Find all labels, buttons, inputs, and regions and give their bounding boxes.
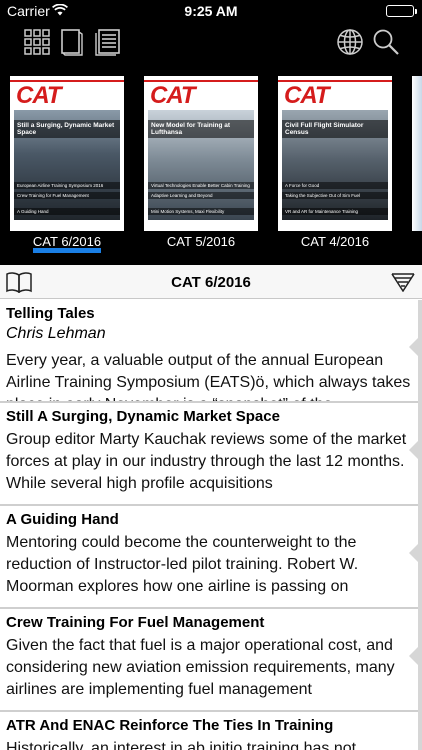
- cover-subline: Crew Training for Fuel Management: [14, 192, 120, 199]
- article-title: Crew Training For Fuel Management: [6, 614, 265, 631]
- list-pages-icon[interactable]: [92, 26, 124, 58]
- article-title: ATR And ENAC Reinforce The Ties In Train…: [6, 717, 334, 734]
- issue-carousel[interactable]: CAT Still a Surging, Dynamic Market Spac…: [0, 72, 422, 257]
- issue-label[interactable]: CAT 4/2016: [278, 234, 392, 249]
- list-item[interactable]: Crew Training For Fuel Management Given …: [0, 609, 418, 712]
- next-cover-peek[interactable]: [412, 76, 422, 231]
- cover-headline: Civil Full Flight Simulator Census: [282, 120, 388, 138]
- search-icon[interactable]: [370, 26, 402, 58]
- article-title: Telling Tales: [6, 305, 95, 322]
- issue-label[interactable]: CAT 5/2016: [144, 234, 258, 249]
- chevron-left-icon: [409, 544, 418, 562]
- top-panel: Carrier 9:25 AM CAT Still a Surging, Dyn…: [0, 0, 422, 265]
- status-bar: Carrier 9:25 AM: [0, 0, 422, 22]
- cover-subline: Virtual Technologies Enable Better Cabin…: [148, 182, 254, 189]
- article-excerpt: Historically, an interest in ab initio t…: [6, 740, 357, 750]
- article-excerpt: Every year, a valuable output of the ann…: [6, 352, 411, 401]
- single-page-icon[interactable]: [56, 26, 88, 58]
- filter-icon[interactable]: [391, 272, 415, 297]
- cover-subline: A Force for Good: [282, 182, 388, 189]
- list-item[interactable]: Still A Surging, Dynamic Market Space Gr…: [0, 403, 418, 506]
- chevron-left-icon: [409, 441, 418, 459]
- article-excerpt: Group editor Marty Kauchak reviews some …: [6, 431, 407, 492]
- article-title: A Guiding Hand: [6, 511, 119, 528]
- clock: 9:25 AM: [184, 3, 238, 19]
- issue-title: CAT 6/2016: [171, 274, 251, 291]
- cover-subline: Mini Motion Systems, Maxi Flexibility: [148, 208, 254, 215]
- cover-subline: VR and AR for Maintenance Training: [282, 208, 388, 215]
- battery-icon: [386, 5, 417, 17]
- article-list[interactable]: Telling Tales Chris Lehman Every year, a…: [0, 300, 418, 750]
- list-item[interactable]: Telling Tales Chris Lehman Every year, a…: [0, 300, 418, 403]
- issue-cover-cat-5-2016[interactable]: CAT New Model for Training at Lufthansa …: [144, 76, 258, 231]
- cover-subline: European Airline Training Symposium 2016: [14, 182, 120, 189]
- issue-label[interactable]: CAT 6/2016: [10, 234, 124, 249]
- cover-subline: A Guiding Hand: [14, 208, 120, 215]
- toolbar: [0, 26, 422, 62]
- chevron-left-icon: [409, 338, 418, 356]
- cover-subline: Adaptive Learning and Beyond: [148, 192, 254, 199]
- article-author: Chris Lehman: [6, 325, 106, 342]
- cover-subline: Taking the Subjective Out of Sim Fuel: [282, 192, 388, 199]
- grid-icon[interactable]: [21, 26, 53, 58]
- cat-logo: CAT: [284, 82, 330, 109]
- cover-headline: Still a Surging, Dynamic Market Space: [14, 120, 120, 138]
- list-item[interactable]: ATR And ENAC Reinforce The Ties In Train…: [0, 712, 418, 750]
- selected-issue-indicator: [33, 248, 101, 253]
- issue-header: CAT 6/2016: [0, 265, 422, 299]
- scrollbar[interactable]: [418, 300, 422, 750]
- cat-logo: CAT: [150, 82, 196, 109]
- cover-headline: New Model for Training at Lufthansa: [148, 120, 254, 138]
- article-excerpt: Mentoring could become the counterweight…: [6, 534, 359, 595]
- issue-cover-cat-4-2016[interactable]: CAT Civil Full Flight Simulator Census A…: [278, 76, 392, 231]
- issue-cover-cat-6-2016[interactable]: CAT Still a Surging, Dynamic Market Spac…: [10, 76, 124, 231]
- list-item[interactable]: A Guiding Hand Mentoring could become th…: [0, 506, 418, 609]
- article-excerpt: Given the fact that fuel is a major oper…: [6, 637, 395, 698]
- article-title: Still A Surging, Dynamic Market Space: [6, 408, 280, 425]
- chevron-left-icon: [409, 647, 418, 665]
- cat-logo: CAT: [16, 82, 62, 109]
- globe-icon[interactable]: [334, 26, 366, 58]
